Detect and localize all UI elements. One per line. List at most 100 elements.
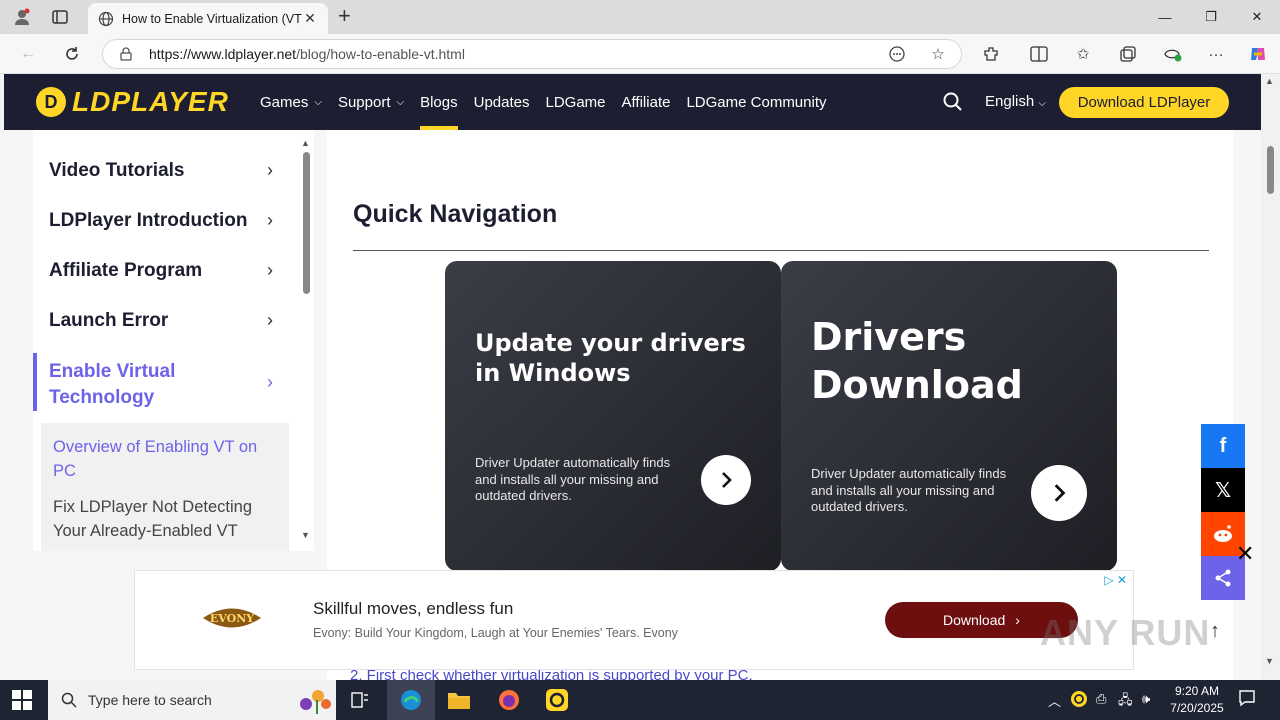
site-header: D LDPLAYER Games ⌵ Support ⌵ Blogs Updates… [4, 74, 1261, 130]
sidebar-item-launch-error[interactable]: Launch Error [49, 310, 289, 332]
time: 9:20 AM [1174, 684, 1220, 698]
sidebar-scrollbar[interactable]: ▲ ▼ [300, 138, 312, 540]
scroll-down-icon[interactable]: ▼ [301, 530, 310, 540]
chevron-right-icon [722, 472, 732, 488]
volume-icon[interactable]: 🕪 [1142, 691, 1150, 707]
close-tab-icon[interactable]: ✕ [302, 10, 318, 27]
logo-text: LDPLAYER [72, 86, 229, 117]
split-screen-icon[interactable] [1027, 42, 1051, 66]
ldplayer-tray-icon[interactable] [1070, 690, 1088, 711]
arrow-right-button[interactable] [1031, 465, 1087, 521]
menu-support[interactable]: Support ⌵ [338, 74, 404, 130]
ldplayer-logo[interactable]: D LDPLAYER [36, 86, 229, 118]
svg-text:EVONY: EVONY [210, 612, 254, 625]
chevron-down-icon: ⌵ [396, 96, 405, 108]
windows-start-icon[interactable] [12, 690, 32, 710]
url-path: /blog/how-to-enable-vt.html [296, 46, 465, 62]
wifi-icon[interactable]: 🖧 [1118, 691, 1133, 713]
quick-navigation-title: Quick Navigation [353, 200, 558, 228]
browser-tabbar: How to Enable Virtualization (VT) ✕ + — … [0, 0, 1280, 34]
restore-button[interactable]: ❐ [1188, 0, 1234, 34]
submenu-item-overview[interactable]: Overview of Enabling VT on PC [53, 435, 278, 483]
taskbar-search[interactable]: Type here to search [48, 680, 336, 720]
collections-icon[interactable] [1116, 42, 1140, 66]
browser-tab-active[interactable]: How to Enable Virtualization (VT) ✕ [88, 3, 328, 34]
menu-label: Affiliate [621, 93, 671, 111]
new-tab-button[interactable]: + [338, 5, 351, 27]
scroll-up-icon[interactable]: ▲ [1265, 76, 1274, 86]
card-title: Update your drivers in Windows [475, 329, 746, 387]
submenu-item-fix-not-detecting[interactable]: Fix LDPlayer Not Detecting Your Already-… [53, 495, 278, 543]
chevron-right-icon: › [267, 160, 273, 180]
menu-updates[interactable]: Updates [474, 74, 530, 130]
lock-icon[interactable] [119, 47, 133, 61]
copilot-icon[interactable] [1246, 42, 1270, 66]
adchoices-icon[interactable]: ▷ ✕ [1104, 573, 1127, 587]
sidebar-item-enable-virtual-technology[interactable]: Enable Virtual Technology [49, 359, 219, 411]
sidebar-scroll-thumb[interactable] [303, 152, 310, 294]
file-explorer-icon[interactable] [435, 680, 483, 720]
search-icon[interactable] [942, 91, 964, 113]
anyrun-watermark: ANY RUN [1040, 612, 1211, 653]
tab-actions-icon[interactable] [48, 5, 72, 29]
menu-games[interactable]: Games ⌵ [260, 74, 322, 130]
sidebar-item-label: Launch Error [49, 310, 169, 331]
tulip-decoration-icon [300, 690, 331, 714]
share-facebook[interactable]: f [1201, 424, 1245, 468]
download-ldplayer-button[interactable]: Download LDPlayer [1059, 87, 1229, 118]
task-view-icon[interactable] [336, 680, 384, 720]
profile-icon[interactable] [10, 5, 34, 29]
card-desc: Driver Updater automatically finds and i… [475, 455, 671, 503]
sidebar-submenu: Overview of Enabling VT on PC Fix LDPlay… [41, 423, 289, 551]
back-button[interactable]: ← [16, 42, 40, 66]
language-selector[interactable]: English ⌵ [985, 93, 1046, 110]
ad-button-label: Download [943, 612, 1006, 628]
notifications-icon[interactable] [1238, 689, 1256, 710]
scroll-up-icon[interactable]: ▲ [301, 138, 310, 148]
page-scrollbar[interactable]: ▲ ▼ [1261, 74, 1280, 680]
reddit-icon [1214, 525, 1232, 542]
more-options-icon[interactable]: ··· [1204, 42, 1228, 66]
sidebar-item-label: Video Tutorials [49, 160, 185, 181]
network-tray-icon[interactable]: ⎙ [1096, 691, 1106, 707]
sidebar-item-label: Affiliate Program [49, 260, 203, 281]
menu-label: LDGame Community [686, 93, 827, 111]
menu-blogs[interactable]: Blogs [420, 74, 458, 130]
favorites-icon[interactable]: ✩ [1071, 42, 1095, 66]
sidebar-item-ldplayer-introduction[interactable]: LDPlayer Introduction [49, 210, 289, 232]
taskbar-clock[interactable]: 9:20 AM 7/20/2025 [1162, 683, 1232, 717]
menu-ldgame-community[interactable]: LDGame Community [686, 74, 826, 130]
sidebar-item-video-tutorials[interactable]: Video Tutorials [49, 160, 289, 182]
share-x[interactable]: 𝕏 [1201, 468, 1245, 512]
edge-app-icon[interactable] [387, 680, 435, 720]
browser-essentials-icon[interactable] [1161, 42, 1185, 66]
back-to-top-icon[interactable]: ↑ [1210, 620, 1220, 643]
advertisement[interactable]: EVONY Skillful moves, endless fun Evony:… [134, 570, 1134, 670]
sidebar-item-affiliate-program[interactable]: Affiliate Program [49, 260, 289, 282]
favorite-star-icon[interactable]: ☆ [926, 42, 950, 66]
sidebar-item-label: Enable Virtual Technology [49, 361, 176, 408]
address-bar[interactable]: https://www.ldplayer.net/blog/how-to-ena… [102, 39, 962, 69]
card-update-drivers[interactable]: Update your drivers in Windows Driver Up… [445, 261, 781, 571]
scroll-down-icon[interactable]: ▼ [1265, 656, 1274, 666]
globe-icon [98, 11, 114, 26]
minimize-button[interactable]: — [1142, 0, 1188, 34]
chevron-right-icon [1054, 484, 1066, 502]
page-content: Video Tutorials › LDPlayer Introduction … [0, 130, 1261, 680]
date: 7/20/2025 [1170, 701, 1224, 715]
menu-ldgame[interactable]: LDGame [546, 74, 606, 130]
close-share-icon[interactable]: ✕ [1236, 541, 1254, 567]
menu-affiliate[interactable]: Affiliate [622, 74, 671, 130]
ldplayer-app-icon[interactable] [533, 680, 581, 720]
refresh-button[interactable] [60, 42, 84, 66]
card-drivers-download[interactable]: Drivers Download Driver Updater automati… [781, 261, 1117, 571]
close-window-button[interactable]: ✕ [1234, 0, 1280, 34]
arrow-right-button[interactable] [701, 455, 751, 505]
tray-overflow-icon[interactable]: ︿ [1048, 691, 1061, 710]
page-scroll-thumb[interactable] [1267, 146, 1274, 194]
reader-icon[interactable] [885, 42, 909, 66]
sidebar-item-label: LDPlayer Introduction [49, 210, 248, 231]
firefox-icon[interactable] [485, 680, 533, 720]
extensions-icon[interactable] [979, 42, 1003, 66]
chevron-down-icon: ⌵ [1038, 98, 1046, 109]
